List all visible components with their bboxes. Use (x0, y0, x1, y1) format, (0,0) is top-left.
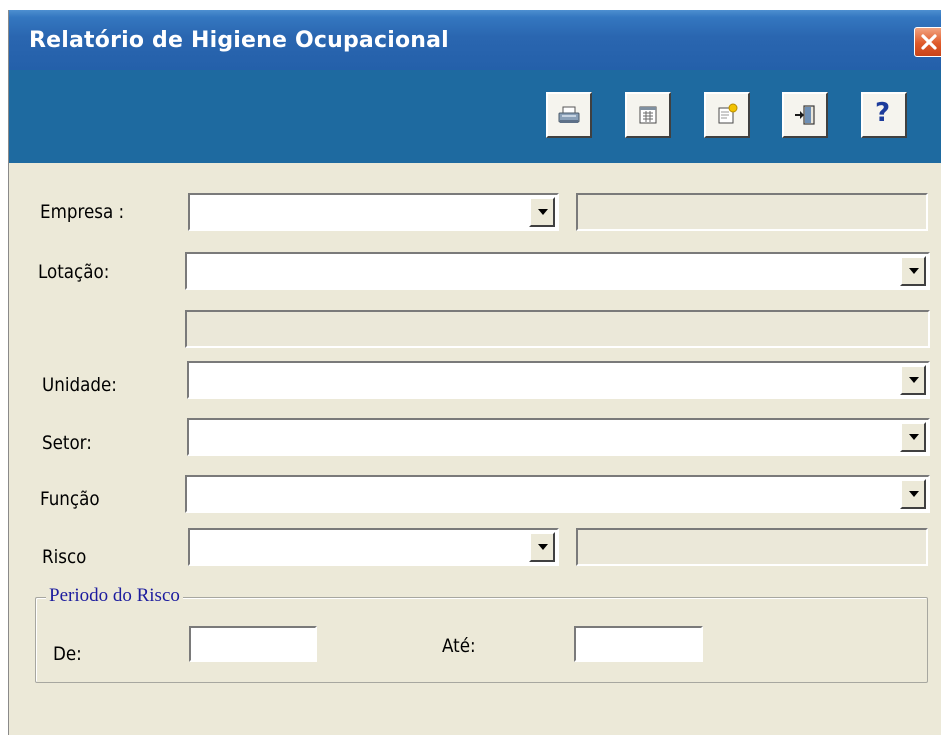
de-date-input[interactable] (189, 626, 317, 662)
chevron-down-icon (538, 544, 548, 550)
chevron-down-icon (909, 377, 919, 383)
edit-button[interactable] (704, 92, 750, 138)
title-bar[interactable]: Relatório de Higiene Ocupacional (9, 10, 941, 70)
empresa-dropdown-button[interactable] (529, 197, 555, 227)
printer-icon (558, 106, 580, 123)
exit-button[interactable] (782, 92, 828, 138)
periodo-risco-group: Periodo do Risco (35, 585, 928, 683)
chevron-down-icon (538, 209, 548, 215)
empresa-select[interactable] (188, 193, 559, 231)
funcao-label: Função (40, 488, 100, 510)
funcao-dropdown-button[interactable] (900, 479, 926, 509)
print-button[interactable] (546, 92, 592, 138)
risco-description-field (576, 528, 928, 566)
empresa-description-field (576, 193, 928, 231)
unidade-label: Unidade: (42, 374, 117, 396)
preview-button[interactable] (625, 92, 671, 138)
help-button[interactable]: ? (861, 92, 907, 138)
ate-label: Até: (442, 635, 476, 657)
lotacao-description-field (185, 310, 930, 348)
lotacao-dropdown-button[interactable] (900, 256, 926, 286)
close-icon (921, 34, 937, 50)
chevron-down-icon (909, 434, 919, 440)
setor-label: Setor: (42, 432, 92, 454)
risco-select[interactable] (188, 528, 559, 566)
setor-select[interactable] (187, 418, 930, 456)
risco-label: Risco (42, 546, 87, 568)
lotacao-label: Lotação: (38, 261, 110, 283)
chevron-down-icon (909, 268, 919, 274)
empresa-label: Empresa : (40, 201, 125, 223)
de-label: De: (53, 643, 82, 665)
unidade-dropdown-button[interactable] (900, 365, 926, 395)
toolbar: ? (9, 70, 941, 163)
report-window: Relatório de Higiene Ocupacional ? Empre… (8, 10, 941, 735)
setor-dropdown-button[interactable] (900, 422, 926, 452)
exit-door-icon (795, 105, 815, 125)
ate-date-input[interactable] (574, 626, 703, 662)
funcao-select[interactable] (185, 475, 930, 513)
periodo-risco-legend: Periodo do Risco (46, 585, 183, 607)
window-title: Relatório de Higiene Ocupacional (29, 28, 449, 53)
chevron-down-icon (909, 491, 919, 497)
help-icon: ? (875, 98, 891, 128)
close-button[interactable] (914, 27, 941, 57)
lotacao-select[interactable] (185, 252, 930, 290)
unidade-select[interactable] (187, 361, 930, 399)
edit-document-icon (718, 103, 738, 124)
risco-dropdown-button[interactable] (529, 532, 555, 562)
report-grid-icon (639, 106, 657, 124)
